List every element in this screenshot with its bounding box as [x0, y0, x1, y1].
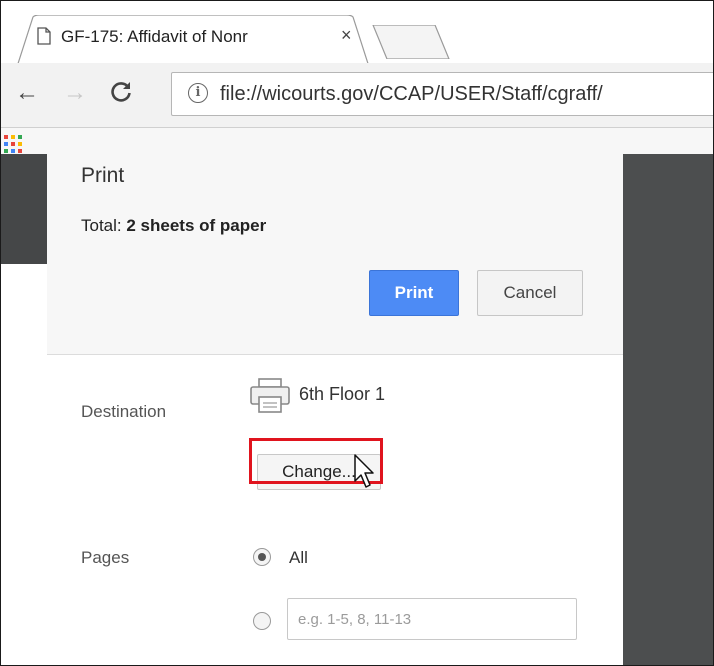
forward-arrow-icon[interactable]: →: [63, 81, 87, 105]
apps-grid-icon[interactable]: [3, 134, 23, 154]
page-icon: [37, 27, 51, 45]
print-dialog: Print Total: 2 sheets of paper Print Can…: [47, 128, 623, 665]
cancel-button[interactable]: Cancel: [477, 270, 583, 316]
url-text: file://wicourts.gov/CCAP/USER/Staff/cgra…: [220, 83, 603, 105]
print-header: Print Total: 2 sheets of paper Print Can…: [47, 128, 623, 355]
browser-toolbar: ← → i file://wicourts.gov/CCAP/USER/Staf…: [1, 63, 713, 128]
pages-all-radio[interactable]: [253, 548, 271, 566]
tab-title: GF-175: Affidavit of Nonr: [61, 27, 248, 46]
pages-range-radio[interactable]: [253, 612, 271, 630]
reload-icon[interactable]: [109, 79, 133, 103]
page-title: Print: [81, 164, 125, 187]
address-bar[interactable]: i file://wicourts.gov/CCAP/USER/Staff/cg…: [171, 72, 713, 116]
preview-area: [623, 154, 713, 665]
info-icon[interactable]: i: [188, 83, 208, 103]
page-left-light: [1, 264, 47, 665]
page-range-input[interactable]: [287, 598, 577, 640]
print-button[interactable]: Print: [369, 270, 459, 316]
printer-name: 6th Floor 1: [299, 384, 386, 404]
browser-window: GF-175: Affidavit of Nonr × ← → i file:/…: [0, 0, 714, 666]
close-icon[interactable]: ×: [341, 25, 352, 46]
pages-label: Pages: [81, 548, 130, 567]
total-label: Total:: [81, 216, 122, 235]
new-tab-button[interactable]: [371, 25, 451, 59]
total-sheets: Total: 2 sheets of paper: [81, 216, 266, 236]
printer-icon: [250, 378, 290, 413]
page-left-band: [1, 154, 47, 264]
back-arrow-icon[interactable]: ←: [15, 81, 39, 105]
total-value: 2 sheets of paper: [126, 216, 267, 235]
pages-all-label: All: [289, 548, 308, 567]
mouse-pointer-icon: [354, 454, 374, 488]
destination-label: Destination: [81, 402, 167, 421]
